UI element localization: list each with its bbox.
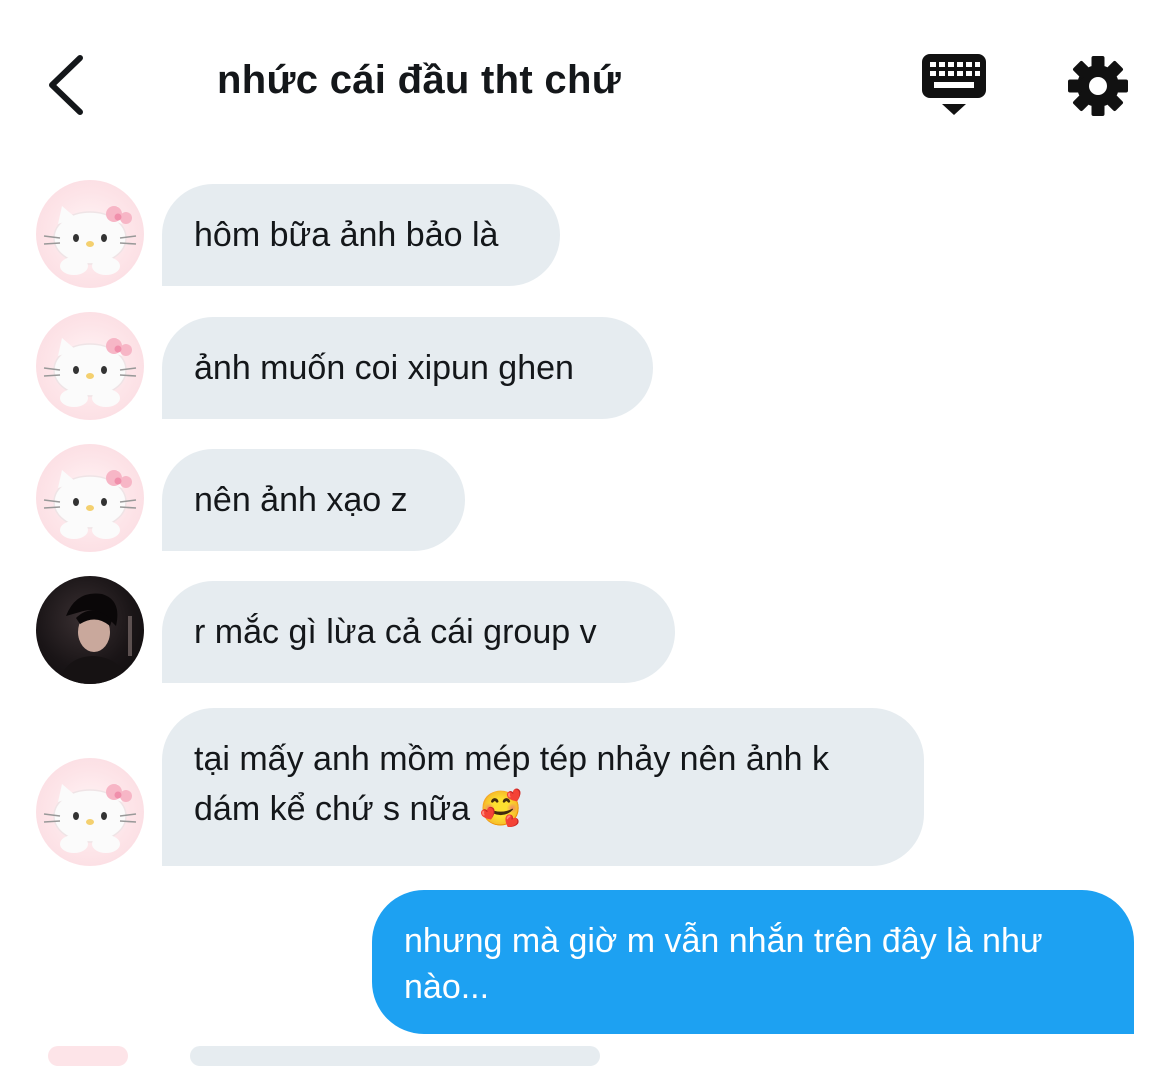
message-text-line: dám kể chứ s nữa 🥰 [194,790,522,828]
message-bubble[interactable]: ảnh muốn coi xipun ghen [162,317,653,419]
person-photo-avatar[interactable] [36,576,144,684]
message-text: hôm bữa ảnh bảo là [194,216,499,254]
chevron-left-icon [49,55,83,115]
settings-button[interactable] [1064,52,1132,120]
hello-kitty-icon [43,206,137,275]
conversation-title[interactable]: nhức cái đầu tht chứ [217,58,621,103]
keyboard-button[interactable] [920,52,988,118]
message-text-line: nào... [404,968,490,1006]
message-text: ảnh muốn coi xipun ghen [194,349,574,387]
gear-icon [1068,56,1128,116]
outgoing-message-bubble[interactable]: nhưng mà giờ m vẫn nhắn trên đây là như … [372,890,1134,1034]
hello-kitty-avatar[interactable] [36,758,144,866]
message-bubble[interactable]: hôm bữa ảnh bảo là [162,184,560,286]
hello-kitty-icon [43,338,137,407]
message-bubble[interactable]: nên ảnh xạo z [162,449,465,551]
person-photo-icon [58,593,132,684]
message-bubble[interactable]: tại mấy anh mồm mép tép nhảy nên ảnh k d… [162,708,924,866]
message-text-line: tại mấy anh mồm mép tép nhảy nên ảnh k [194,740,830,778]
keyboard-dismiss-icon [922,54,986,115]
back-button[interactable] [40,50,100,120]
message-text: r mắc gì lừa cả cái group v [194,613,597,651]
conversation-header: nhức cái đầu tht chứ [0,0,1170,160]
message-text-line: nhưng mà giờ m vẫn nhắn trên đây là như [404,922,1043,960]
hello-kitty-icon [43,784,137,853]
message-bubble [190,1046,600,1066]
hello-kitty-icon [43,470,137,539]
hello-kitty-avatar[interactable] [36,180,144,288]
message-text: nên ảnh xạo z [194,481,408,519]
hello-kitty-avatar [48,1046,128,1066]
message-bubble[interactable]: r mắc gì lừa cả cái group v [162,581,675,683]
hello-kitty-avatar[interactable] [36,444,144,552]
hello-kitty-avatar[interactable] [36,312,144,420]
